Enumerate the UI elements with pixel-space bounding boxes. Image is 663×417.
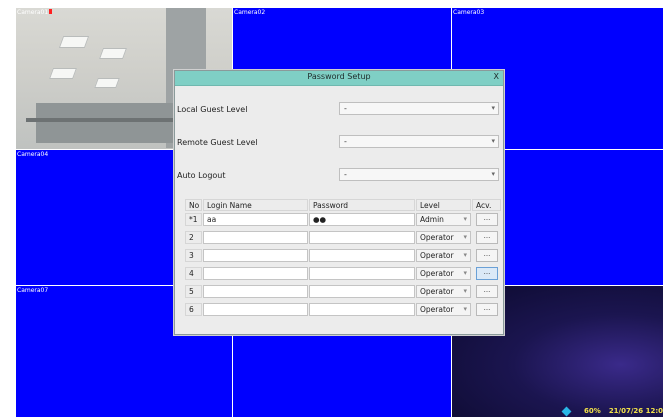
login-name-input[interactable]: [203, 249, 308, 262]
row-number: 2: [185, 231, 202, 244]
acv-button[interactable]: ...: [476, 303, 498, 316]
column-header-login-name: Login Name: [203, 199, 308, 211]
clock-readout: 21/07/26 12:0: [608, 407, 663, 415]
chevron-down-icon: ▾: [463, 233, 467, 241]
row-number: 4: [185, 267, 202, 280]
local-guest-level-select[interactable]: - ▾: [339, 102, 499, 115]
recording-indicator-icon: [49, 9, 53, 14]
password-input[interactable]: [309, 303, 415, 316]
level-select[interactable]: Operator ▾: [416, 249, 471, 262]
acv-button[interactable]: ...: [476, 231, 498, 244]
column-header-password: Password: [309, 199, 415, 211]
row-number: 5: [185, 285, 202, 298]
login-name-input[interactable]: [203, 267, 308, 280]
chevron-down-icon: ▾: [491, 137, 495, 145]
login-name-input[interactable]: [203, 303, 308, 316]
auto-logout-select[interactable]: - ▾: [339, 168, 499, 181]
row-number: 3: [185, 249, 202, 262]
camera-label: Camera07: [17, 287, 49, 294]
chevron-down-icon: ▾: [491, 170, 495, 178]
network-icon: [561, 406, 572, 416]
camera-label: Camera01: [17, 9, 53, 16]
column-header-acv: Acv.: [472, 199, 501, 211]
level-select[interactable]: Operator ▾: [416, 231, 471, 244]
password-setup-dialog: Password Setup X Local Guest Level - ▾ R…: [174, 70, 504, 335]
acv-button[interactable]: ...: [476, 267, 498, 280]
login-name-input[interactable]: aa: [203, 213, 308, 226]
close-button[interactable]: X: [494, 72, 499, 81]
column-header-level: Level: [416, 199, 471, 211]
camera-label: Camera02: [234, 9, 266, 16]
chevron-down-icon: ▾: [463, 215, 467, 223]
remote-guest-level-select[interactable]: - ▾: [339, 135, 499, 148]
dialog-titlebar[interactable]: Password Setup X: [175, 71, 503, 86]
status-overlay: 60% 21/07/26 12:0: [561, 406, 663, 416]
camera-label: Camera03: [453, 9, 485, 16]
password-input[interactable]: ●●: [309, 213, 415, 226]
local-guest-level-label: Local Guest Level: [177, 105, 248, 114]
login-name-input[interactable]: [203, 285, 308, 298]
acv-button[interactable]: ...: [476, 249, 498, 262]
chevron-down-icon: ▾: [463, 251, 467, 259]
auto-logout-label: Auto Logout: [177, 171, 226, 180]
level-select[interactable]: Operator ▾: [416, 285, 471, 298]
row-number: 6: [185, 303, 202, 316]
column-header-no: No: [185, 199, 202, 211]
remote-guest-level-label: Remote Guest Level: [177, 138, 258, 147]
level-select[interactable]: Admin ▾: [416, 213, 471, 226]
password-input[interactable]: [309, 249, 415, 262]
disk-usage: 60%: [584, 407, 601, 415]
level-select[interactable]: Operator ▾: [416, 303, 471, 316]
password-input[interactable]: [309, 285, 415, 298]
chevron-down-icon: ▾: [491, 104, 495, 112]
acv-button[interactable]: ...: [476, 285, 498, 298]
password-input[interactable]: [309, 231, 415, 244]
dialog-title: Password Setup: [307, 72, 371, 81]
chevron-down-icon: ▾: [463, 287, 467, 295]
camera-label: Camera04: [17, 151, 49, 158]
chevron-down-icon: ▾: [463, 269, 467, 277]
level-select[interactable]: Operator ▾: [416, 267, 471, 280]
password-input[interactable]: [309, 267, 415, 280]
chevron-down-icon: ▾: [463, 305, 467, 313]
row-number: *1: [185, 213, 202, 226]
login-name-input[interactable]: [203, 231, 308, 244]
acv-button[interactable]: ...: [476, 213, 498, 226]
